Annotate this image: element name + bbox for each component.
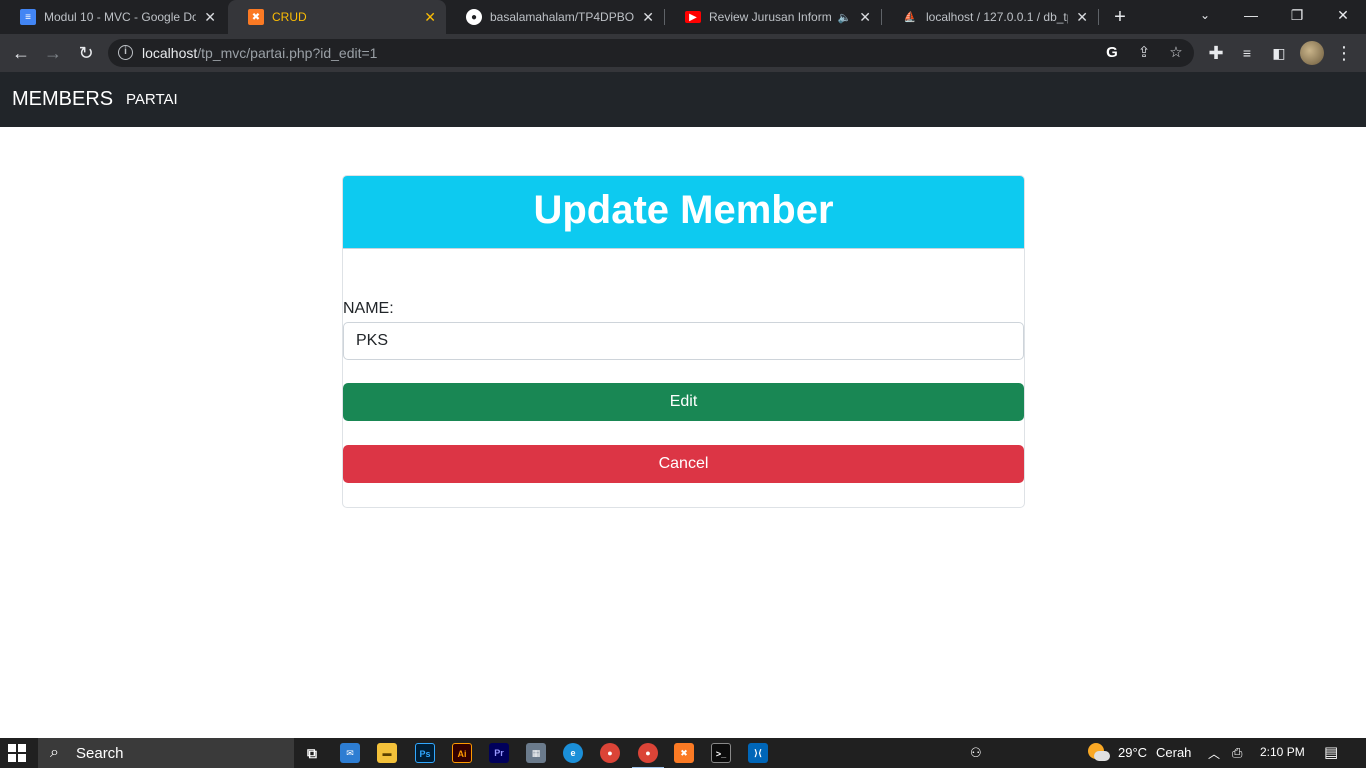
tab-title: Modul 10 - MVC - Google Do <box>44 10 197 24</box>
camera-icon[interactable]: ⎙ <box>1232 745 1242 761</box>
card-header: Update Member <box>343 176 1024 249</box>
github-icon: ● <box>466 9 482 25</box>
google-lens-icon[interactable]: G <box>1102 43 1122 63</box>
notification-icon[interactable]: ▤ <box>1324 743 1338 761</box>
audio-playing-icon[interactable]: 🔈 <box>838 11 852 24</box>
vscode-icon[interactable]: ⟩⟨ <box>748 743 768 763</box>
weather-temperature[interactable]: 29°C <box>1118 745 1147 760</box>
close-icon[interactable]: ✕ <box>204 9 216 26</box>
phpmyadmin-icon: ⛵ <box>903 11 917 23</box>
name-input[interactable] <box>343 322 1024 360</box>
tab-google-docs[interactable]: ≡ Modul 10 - MVC - Google Do ✕ <box>0 0 226 34</box>
url-host: localhost <box>142 45 198 61</box>
edge-icon[interactable]: e <box>563 743 583 763</box>
reading-list-icon[interactable]: ≡ <box>1235 41 1259 65</box>
tab-separator <box>1098 9 1099 25</box>
close-icon[interactable]: ✕ <box>1076 9 1088 26</box>
illustrator-icon[interactable]: Ai <box>452 743 472 763</box>
task-view-icon[interactable]: ⧉ <box>302 743 322 763</box>
site-info-icon[interactable]: i <box>118 45 133 60</box>
name-label: NAME: <box>343 300 394 317</box>
search-label: Search <box>76 745 124 762</box>
window-close-icon[interactable]: ✕ <box>1320 0 1366 30</box>
url-path: /tp_mvc/partai.php?id_edit=1 <box>197 45 378 61</box>
tab-title: Review Jurusan Informati <box>709 10 832 24</box>
site-navbar: MEMBERS PARTAI <box>0 72 1366 127</box>
weather-condition[interactable]: Cerah <box>1156 745 1191 760</box>
menu-icon[interactable]: ⋮ <box>1332 41 1356 65</box>
youtube-icon: ▶ <box>685 11 701 23</box>
search-icon: ⌕ <box>50 744 59 761</box>
cancel-button[interactable]: Cancel <box>343 445 1024 483</box>
share-icon[interactable]: ⇪ <box>1134 43 1154 63</box>
tray-chevron-icon[interactable]: ︿ <box>1208 745 1220 762</box>
tab-youtube[interactable]: ▶ Review Jurusan Informati 🔈 ✕ <box>665 0 881 34</box>
nav-link-partai[interactable]: PARTAI <box>126 91 178 108</box>
close-icon[interactable]: ✕ <box>859 9 871 26</box>
reload-icon[interactable]: ↻ <box>74 41 98 65</box>
update-member-card: Update Member NAME: Edit Cancel <box>342 175 1025 508</box>
people-icon[interactable]: ⚇ <box>970 745 982 761</box>
forward-icon[interactable]: → <box>41 41 65 65</box>
url-text[interactable]: localhost/tp_mvc/partai.php?id_edit=1 <box>142 45 377 61</box>
xampp-taskbar-icon[interactable]: ✖ <box>674 743 694 763</box>
tab-search-icon[interactable]: ⌄ <box>1182 0 1228 30</box>
page-title: Update Member <box>533 188 834 232</box>
browser-tab-strip: ≡ Modul 10 - MVC - Google Do ✕ ✖ CRUD ✕ … <box>0 0 1366 34</box>
side-panel-icon[interactable]: ◧ <box>1267 41 1291 65</box>
minimize-icon[interactable]: — <box>1228 0 1274 30</box>
new-tab-icon[interactable]: + <box>1108 5 1132 29</box>
tab-crud[interactable]: ✖ CRUD ✕ <box>228 0 446 34</box>
address-bar[interactable]: i localhost/tp_mvc/partai.php?id_edit=1 … <box>108 39 1194 67</box>
edit-button[interactable]: Edit <box>343 383 1024 421</box>
browser-toolbar: ← → ↻ i localhost/tp_mvc/partai.php?id_e… <box>0 34 1366 72</box>
chrome-active-icon[interactable]: ● <box>632 743 664 768</box>
calculator-icon[interactable]: ▦ <box>526 743 546 763</box>
premiere-icon[interactable]: Pr <box>489 743 509 763</box>
google-docs-icon: ≡ <box>20 9 36 25</box>
windows-taskbar: ⌕ Search ⧉ ✉ ▬ Ps Ai Pr ▦ e ● ● ✖ >_ ⟩⟨ … <box>0 738 1366 768</box>
tab-github[interactable]: ● basalamahalam/TP4DPBO202 ✕ <box>446 0 664 34</box>
tab-title: CRUD <box>272 10 307 24</box>
extensions-icon[interactable]: ✚ <box>1204 41 1228 65</box>
back-icon[interactable]: ← <box>9 41 33 65</box>
bookmark-star-icon[interactable]: ☆ <box>1166 43 1186 63</box>
taskbar-search[interactable]: ⌕ Search <box>38 738 294 768</box>
navbar-brand[interactable]: MEMBERS <box>12 88 113 111</box>
photoshop-icon[interactable]: Ps <box>415 743 435 763</box>
tab-title: localhost / 127.0.0.1 / db_tp4 <box>926 10 1069 24</box>
close-icon[interactable]: ✕ <box>424 9 436 26</box>
windows-start-icon[interactable] <box>8 744 26 762</box>
file-explorer-icon[interactable]: ▬ <box>377 743 397 763</box>
restore-icon[interactable]: ❐ <box>1274 0 1320 30</box>
tab-phpmyadmin[interactable]: ⛵ localhost / 127.0.0.1 / db_tp4 ✕ <box>882 0 1098 34</box>
profile-avatar[interactable] <box>1300 41 1324 65</box>
chrome-icon[interactable]: ● <box>600 743 620 763</box>
xampp-icon: ✖ <box>248 9 264 25</box>
terminal-icon[interactable]: >_ <box>711 743 731 763</box>
mail-icon[interactable]: ✉ <box>340 743 360 763</box>
tab-title: basalamahalam/TP4DPBO202 <box>490 10 635 24</box>
close-icon[interactable]: ✕ <box>642 9 654 26</box>
weather-icon[interactable] <box>1088 743 1110 763</box>
clock[interactable]: 2:10 PM <box>1260 745 1305 759</box>
